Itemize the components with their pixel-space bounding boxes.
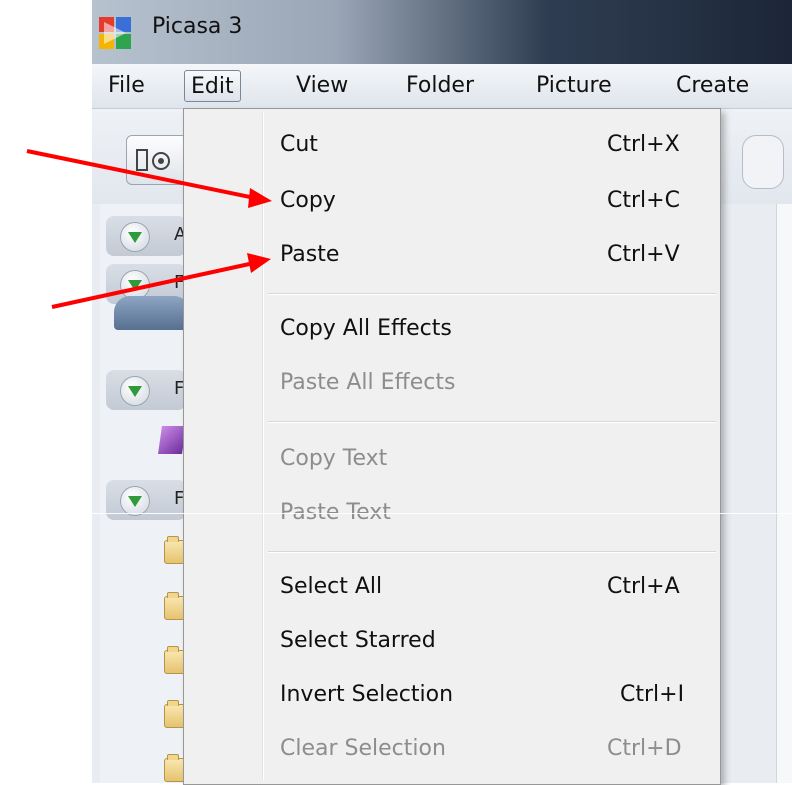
edit-menu-dropdown: Cut Ctrl+X Copy Ctrl+C Paste Ctrl+V Copy… xyxy=(183,108,721,785)
menu-item-copy[interactable]: Copy xyxy=(280,181,336,221)
menu-item-paste[interactable]: Paste xyxy=(280,235,339,275)
starred-album-icon[interactable] xyxy=(158,426,186,454)
sidebar-group-1[interactable]: A xyxy=(106,216,186,256)
menu-folder[interactable]: Folder xyxy=(400,70,480,102)
image-artifact-line xyxy=(0,513,792,514)
camera-icon xyxy=(136,149,170,171)
title-bar: Picasa 3 xyxy=(92,0,792,64)
menu-create[interactable]: Create xyxy=(670,70,755,102)
menu-item-paste-all-effects: Paste All Effects xyxy=(280,370,456,395)
menu-file[interactable]: File xyxy=(102,70,151,102)
menu-icon-gutter xyxy=(262,113,264,780)
menu-item-select-all[interactable]: Select All xyxy=(280,567,382,607)
menu-item-cut[interactable]: Cut xyxy=(280,125,318,165)
picasa-app-icon xyxy=(99,17,131,49)
import-button[interactable] xyxy=(126,135,188,185)
menu-item-copy-text: Copy Text xyxy=(280,446,388,471)
menu-separator xyxy=(268,551,716,553)
menu-separator xyxy=(268,293,716,295)
menu-separator xyxy=(268,421,716,423)
shortcut-select-all: Ctrl+A xyxy=(607,574,680,599)
sidebar-group-4[interactable]: F xyxy=(106,480,186,520)
expand-triangle-icon[interactable] xyxy=(120,376,150,406)
menu-edit[interactable]: Edit xyxy=(184,70,241,102)
menu-view[interactable]: View xyxy=(290,70,354,102)
shortcut-invert-selection: Ctrl+I xyxy=(620,682,685,707)
shortcut-paste: Ctrl+V xyxy=(607,242,680,267)
shortcut-copy: Ctrl+C xyxy=(607,188,680,213)
menu-item-select-starred[interactable]: Select Starred xyxy=(280,621,436,661)
sidebar-group-3[interactable]: F xyxy=(106,370,186,410)
library-sidebar: A F F F xyxy=(100,204,192,783)
menu-picture[interactable]: Picture xyxy=(530,70,618,102)
window-title: Picasa 3 xyxy=(152,14,243,39)
people-thumbnail[interactable] xyxy=(114,296,190,330)
menu-bar: File Edit View Folder Picture Create xyxy=(92,64,792,109)
menu-item-copy-all-effects[interactable]: Copy All Effects xyxy=(280,309,452,349)
toolbar-button-right[interactable] xyxy=(742,135,784,189)
expand-triangle-icon[interactable] xyxy=(120,222,150,252)
shortcut-clear-selection: Ctrl+D xyxy=(607,736,682,761)
shortcut-cut: Ctrl+X xyxy=(607,132,680,157)
menu-item-clear-selection: Clear Selection xyxy=(280,736,446,761)
expand-triangle-icon[interactable] xyxy=(120,486,150,516)
menu-item-invert-selection[interactable]: Invert Selection xyxy=(280,675,453,715)
main-content-pane xyxy=(776,204,792,783)
